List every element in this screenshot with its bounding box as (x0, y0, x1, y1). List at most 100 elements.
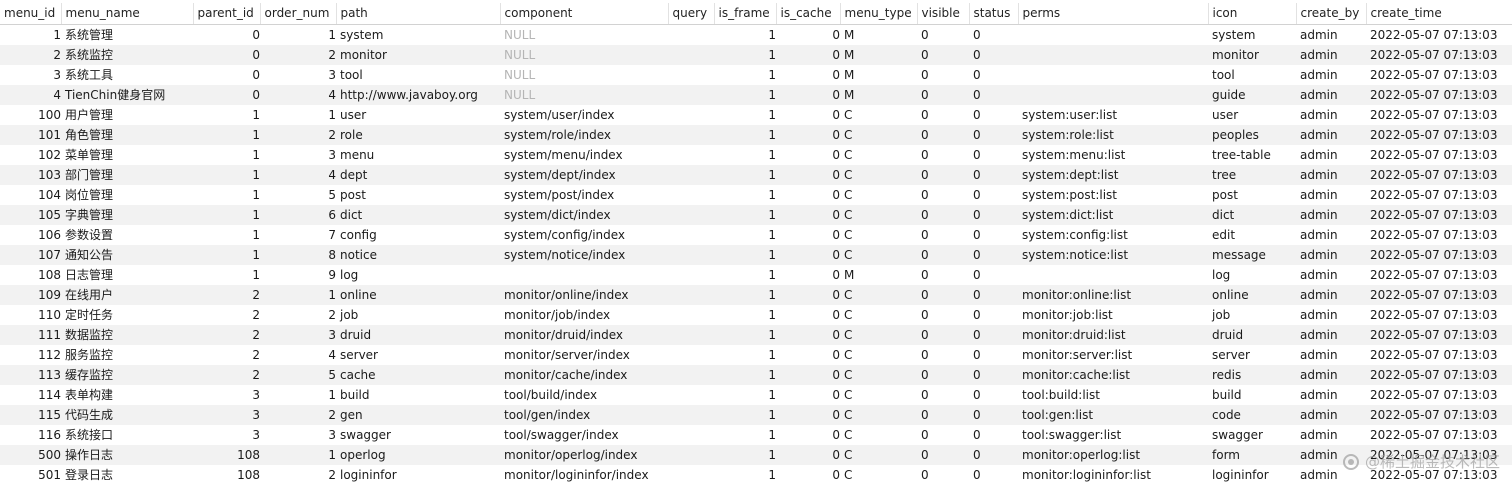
cell-is-frame[interactable]: 1 (714, 385, 776, 405)
cell-menu-type[interactable]: C (840, 345, 917, 365)
cell-menu-id[interactable]: 2 (0, 45, 61, 65)
cell-menu-type[interactable]: C (840, 465, 917, 485)
cell-visible[interactable]: 0 (917, 105, 969, 125)
cell-is-frame[interactable]: 1 (714, 465, 776, 485)
cell-status[interactable]: 0 (969, 24, 1018, 45)
cell-is-frame[interactable]: 1 (714, 265, 776, 285)
cell-is-cache[interactable]: 0 (776, 205, 840, 225)
cell-status[interactable]: 0 (969, 285, 1018, 305)
table-row[interactable]: 100 用户管理 1 1 user system/user/index 1 0 C 0 0 syste… (0, 105, 1512, 125)
cell-component[interactable]: NULL (500, 85, 668, 105)
cell-is-frame[interactable]: 1 (714, 85, 776, 105)
cell-create-time[interactable]: 2022-05-07 07:13:03 (1366, 325, 1512, 345)
cell-query[interactable] (668, 24, 714, 45)
cell-parent-id[interactable]: 1 (193, 165, 260, 185)
cell-create-time[interactable]: 2022-05-07 07:13:03 (1366, 285, 1512, 305)
cell-create-time[interactable]: 2022-05-07 07:13:03 (1366, 385, 1512, 405)
cell-perms[interactable]: monitor:cache:list (1018, 365, 1208, 385)
cell-create-by[interactable]: admin (1296, 24, 1366, 45)
cell-path[interactable]: role (336, 125, 500, 145)
column-header-order_num[interactable]: order_num (260, 3, 337, 25)
cell-menu-id[interactable]: 111 (0, 325, 61, 345)
column-header-menu_type[interactable]: menu_type (840, 3, 918, 25)
cell-menu-id[interactable]: 114 (0, 385, 61, 405)
cell-perms[interactable]: monitor:job:list (1018, 305, 1208, 325)
cell-query[interactable] (668, 365, 714, 385)
cell-visible[interactable]: 0 (917, 65, 969, 85)
cell-create-time[interactable]: 2022-05-07 07:13:03 (1366, 465, 1512, 485)
cell-order-num[interactable]: 1 (260, 445, 336, 465)
cell-is-frame[interactable]: 1 (714, 24, 776, 45)
cell-menu-id[interactable]: 3 (0, 65, 61, 85)
table-row[interactable]: 102 菜单管理 1 3 menu system/menu/index 1 0 C 0 0 syste… (0, 145, 1512, 165)
cell-create-by[interactable]: admin (1296, 305, 1366, 325)
cell-icon[interactable]: tree-table (1208, 145, 1296, 165)
cell-create-time[interactable]: 2022-05-07 07:13:03 (1366, 405, 1512, 425)
cell-status[interactable]: 0 (969, 165, 1018, 185)
cell-create-time[interactable]: 2022-05-07 07:13:03 (1366, 265, 1512, 285)
cell-icon[interactable]: form (1208, 445, 1296, 465)
cell-create-by[interactable]: admin (1296, 85, 1366, 105)
cell-menu-type[interactable]: C (840, 305, 917, 325)
cell-create-by[interactable]: admin (1296, 285, 1366, 305)
cell-perms[interactable] (1018, 85, 1208, 105)
cell-menu-id[interactable]: 500 (0, 445, 61, 465)
cell-visible[interactable]: 0 (917, 445, 969, 465)
cell-visible[interactable]: 0 (917, 24, 969, 45)
cell-query[interactable] (668, 265, 714, 285)
cell-icon[interactable]: server (1208, 345, 1296, 365)
cell-icon[interactable]: code (1208, 405, 1296, 425)
cell-icon[interactable]: redis (1208, 365, 1296, 385)
cell-visible[interactable]: 0 (917, 245, 969, 265)
cell-visible[interactable]: 0 (917, 145, 969, 165)
table-row[interactable]: 2 系统监控 0 2 monitor NULL 1 0 M 0 0 monitor admin 2022-… (0, 45, 1512, 65)
cell-parent-id[interactable]: 0 (193, 45, 260, 65)
cell-parent-id[interactable]: 2 (193, 345, 260, 365)
table-row[interactable]: 111 数据监控 2 3 druid monitor/druid/index 1 0 C 0 0 mo… (0, 325, 1512, 345)
cell-icon[interactable]: tree (1208, 165, 1296, 185)
cell-order-num[interactable]: 2 (260, 465, 336, 485)
cell-order-num[interactable]: 7 (260, 225, 336, 245)
cell-status[interactable]: 0 (969, 325, 1018, 345)
cell-order-num[interactable]: 6 (260, 205, 336, 225)
cell-menu-id[interactable]: 115 (0, 405, 61, 425)
cell-create-time[interactable]: 2022-05-07 07:13:03 (1366, 145, 1512, 165)
cell-create-by[interactable]: admin (1296, 245, 1366, 265)
column-header-status[interactable]: status (969, 3, 1019, 25)
cell-path[interactable]: gen (336, 405, 500, 425)
cell-status[interactable]: 0 (969, 365, 1018, 385)
cell-icon[interactable]: druid (1208, 325, 1296, 345)
cell-visible[interactable]: 0 (917, 305, 969, 325)
cell-icon[interactable]: dict (1208, 205, 1296, 225)
cell-path[interactable]: job (336, 305, 500, 325)
cell-status[interactable]: 0 (969, 425, 1018, 445)
cell-query[interactable] (668, 345, 714, 365)
cell-is-cache[interactable]: 0 (776, 185, 840, 205)
cell-perms[interactable]: tool:build:list (1018, 385, 1208, 405)
cell-create-time[interactable]: 2022-05-07 07:13:03 (1366, 125, 1512, 145)
cell-is-cache[interactable]: 0 (776, 165, 840, 185)
cell-is-frame[interactable]: 1 (714, 285, 776, 305)
cell-menu-type[interactable]: M (840, 45, 917, 65)
cell-order-num[interactable]: 2 (260, 305, 336, 325)
cell-path[interactable]: user (336, 105, 500, 125)
cell-status[interactable]: 0 (969, 445, 1018, 465)
cell-menu-type[interactable]: C (840, 365, 917, 385)
cell-order-num[interactable]: 8 (260, 245, 336, 265)
cell-is-frame[interactable]: 1 (714, 405, 776, 425)
cell-menu-type[interactable]: M (840, 85, 917, 105)
cell-is-frame[interactable]: 1 (714, 45, 776, 65)
cell-create-by[interactable]: admin (1296, 165, 1366, 185)
table-row[interactable]: 106 参数设置 1 7 config system/config/index 1 0 C 0 0 s… (0, 225, 1512, 245)
cell-create-time[interactable]: 2022-05-07 07:13:03 (1366, 365, 1512, 385)
cell-create-by[interactable]: admin (1296, 405, 1366, 425)
cell-parent-id[interactable]: 0 (193, 65, 260, 85)
cell-visible[interactable]: 0 (917, 225, 969, 245)
cell-create-by[interactable]: admin (1296, 325, 1366, 345)
table-row[interactable]: 101 角色管理 1 2 role system/role/index 1 0 C 0 0 syste… (0, 125, 1512, 145)
cell-create-by[interactable]: admin (1296, 345, 1366, 365)
cell-menu-id[interactable]: 106 (0, 225, 61, 245)
cell-component[interactable]: system/config/index (500, 225, 668, 245)
cell-status[interactable]: 0 (969, 85, 1018, 105)
cell-create-time[interactable]: 2022-05-07 07:13:03 (1366, 185, 1512, 205)
